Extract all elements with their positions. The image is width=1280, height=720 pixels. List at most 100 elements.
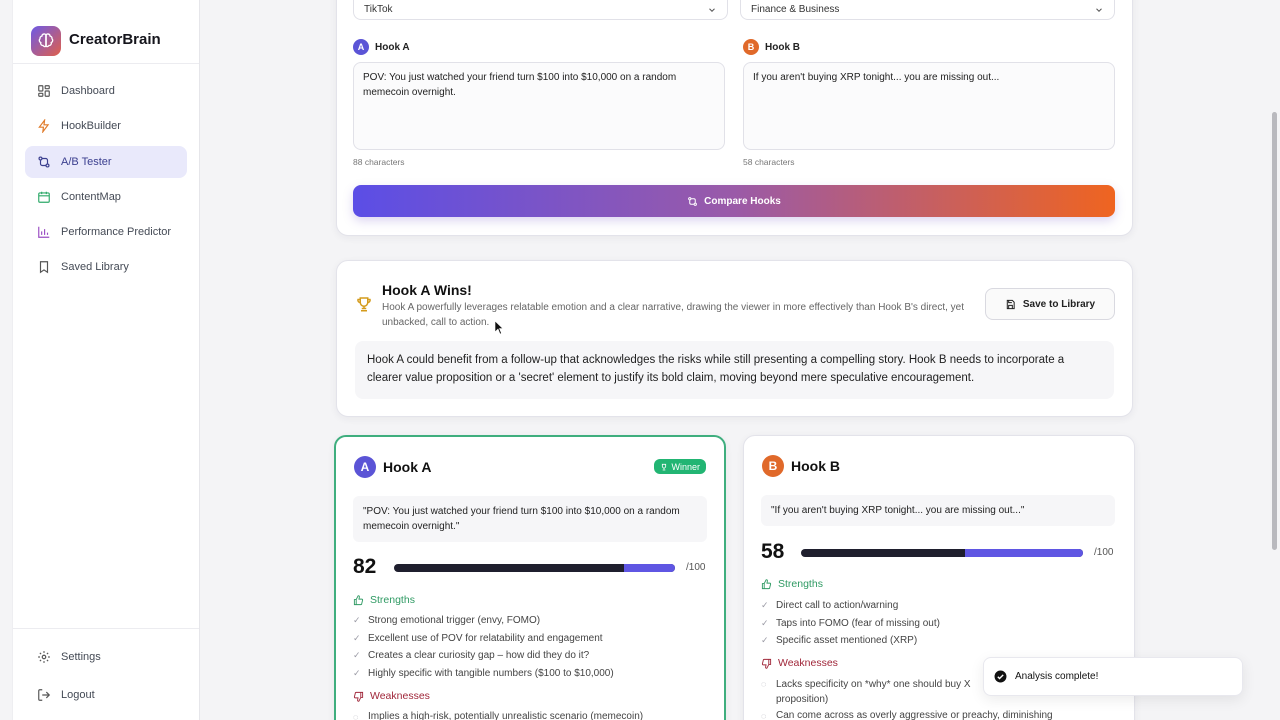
gear-icon [38, 650, 50, 663]
bookmark-icon [39, 261, 49, 274]
sidebar-nav: Dashboard HookBuilder A/B Tester Content… [13, 64, 199, 283]
list-item: ✓ Taps into FOMO (fear of missing out) [761, 615, 940, 633]
winner-badge-label: Winner [671, 461, 700, 472]
toast-notification: Analysis complete! [983, 657, 1243, 696]
check-icon: ✓ [353, 668, 361, 679]
list-item: ✓ Excellent use of POV for relatability a… [353, 630, 614, 648]
check-icon: ✓ [761, 635, 769, 646]
brain-icon [31, 25, 61, 56]
niche-select[interactable]: Finance & Business [740, 0, 1115, 20]
sidebar-item-label: Dashboard [61, 85, 115, 97]
thumbs-down-icon [761, 658, 772, 669]
platform-select-value: TikTok [364, 4, 393, 15]
main-content: TikTok Finance & Business A Hook A B Hoo… [200, 0, 1280, 720]
strengths-label: Strengths [370, 594, 415, 606]
strength-text: Strong emotional trigger (envy, FOMO) [368, 615, 541, 627]
weakness-text: Lacks specificity on *why* one should bu… [776, 678, 971, 690]
hook-b-strengths-title: Strengths [761, 578, 823, 590]
hook-b-score: 58 [761, 540, 785, 563]
hook-a-result-card: A Hook A Winner "POV: You just watched y… [334, 435, 726, 720]
trophy-icon [357, 297, 371, 312]
list-item: ◌ Implies a high-risk, potentially unreal… [353, 708, 643, 720]
weakness-text: Implies a high-risk, potentially unreali… [368, 711, 644, 720]
thumbs-up-icon [353, 594, 364, 605]
hook-b-score-max: /100 [1094, 547, 1114, 558]
platform-select[interactable]: TikTok [353, 0, 728, 20]
hook-a-textarea[interactable]: POV: You just watched your friend turn $… [353, 62, 725, 150]
thumbs-up-icon [761, 578, 772, 589]
check-icon: ✓ [353, 650, 361, 661]
winner-badge: Winner [654, 459, 706, 474]
sidebar-item-hookbuilder[interactable]: HookBuilder [25, 110, 187, 142]
sidebar-item-dashboard[interactable]: Dashboard [25, 75, 187, 107]
sidebar-item-label: ContentMap [61, 190, 121, 203]
hook-b-score-bar [801, 549, 1083, 557]
hook-a-quote: "POV: You just watched your friend turn … [353, 496, 707, 542]
hook-a-score-bar-fill [624, 564, 675, 572]
strength-text: Excellent use of POV for relatability an… [368, 632, 603, 644]
strength-text: Taps into FOMO (fear of missing out) [776, 617, 940, 629]
sidebar-item-label: Logout [61, 688, 95, 701]
verdict-title: Hook A Wins! [382, 282, 472, 298]
hook-b-result-title: Hook B [791, 458, 840, 474]
list-item: ◌ Can come across as overly aggressive or… [761, 707, 1053, 720]
hook-a-strengths-list: ✓ Strong emotional trigger (envy, FOMO) ✓… [353, 612, 614, 682]
hook-b-badge: B [743, 39, 759, 55]
list-item: ✓ Creates a clear curiosity gap – how did… [353, 647, 614, 665]
mouse-cursor-icon [494, 320, 504, 339]
sidebar-item-saved-library[interactable]: Saved Library [25, 251, 187, 283]
hook-a-badge: A [354, 456, 376, 478]
hook-b-weaknesses-title: Weaknesses [761, 657, 838, 669]
split-icon [688, 196, 698, 206]
weakness-text: proposition) [776, 693, 829, 705]
weaknesses-label: Weaknesses [778, 657, 838, 669]
alert-icon: ◌ [761, 679, 767, 689]
check-icon: ✓ [761, 600, 769, 611]
sidebar-item-label: Performance Predictor [61, 226, 172, 239]
weaknesses-label: Weaknesses [370, 690, 430, 702]
compare-hooks-label: Compare Hooks [704, 195, 781, 207]
sidebar-item-label: A/B Tester [61, 155, 112, 168]
chevron-down-icon [709, 7, 715, 12]
hook-b-score-bar-fill [965, 549, 1083, 557]
hook-a-score: 82 [353, 555, 377, 578]
hook-b-char-count: 58 characters [743, 157, 795, 167]
thumbs-down-icon [353, 691, 364, 702]
list-item: ✓ Direct call to action/warning [761, 597, 940, 615]
app-name: CreatorBrain [69, 31, 161, 48]
logo[interactable]: CreatorBrain [13, 0, 199, 64]
save-icon [1006, 299, 1015, 309]
strength-text: Creates a clear curiosity gap – how did … [368, 650, 590, 662]
split-icon [38, 156, 50, 168]
sidebar-item-contentmap[interactable]: ContentMap [25, 181, 187, 213]
sidebar-item-logout[interactable]: Logout [25, 679, 187, 711]
calendar-icon [38, 191, 50, 203]
hook-b-label-text: Hook B [765, 41, 800, 53]
hook-b-textarea[interactable]: If you aren't buying XRP tonight... you … [743, 62, 1115, 150]
check-icon: ✓ [761, 617, 769, 628]
grid-icon [38, 85, 50, 97]
check-icon: ✓ [353, 615, 361, 626]
sidebar-item-settings[interactable]: Settings [25, 641, 187, 673]
sidebar-footer: Settings Logout [13, 627, 199, 720]
bar-chart-icon [38, 226, 50, 239]
hook-a-char-count: 88 characters [353, 157, 405, 167]
hook-a-badge: A [353, 39, 369, 55]
weakness-text: Can come across as overly aggressive or … [776, 710, 1053, 720]
strength-text: Direct call to action/warning [776, 600, 899, 612]
hook-a-label: A Hook A [353, 39, 410, 55]
sidebar-item-label: Saved Library [61, 261, 129, 274]
save-to-library-button[interactable]: Save to Library [985, 288, 1115, 320]
hook-a-score-max: /100 [686, 562, 706, 573]
chevron-down-icon [1096, 7, 1102, 12]
scrollbar-thumb[interactable] [1272, 112, 1277, 550]
sidebar-item-label: Settings [61, 650, 101, 663]
lightning-icon [38, 119, 50, 134]
sidebar-item-ab-tester[interactable]: A/B Tester [25, 145, 187, 178]
trophy-icon [662, 463, 667, 470]
compare-hooks-button[interactable]: Compare Hooks [353, 185, 1115, 217]
verdict-card: Hook A Wins! Hook A powerfully leverages… [336, 260, 1133, 417]
sidebar-item-performance-predictor[interactable]: Performance Predictor [25, 216, 187, 248]
hook-a-weaknesses-list: ◌ Implies a high-risk, potentially unreal… [353, 708, 643, 720]
niche-select-value: Finance & Business [751, 4, 840, 15]
